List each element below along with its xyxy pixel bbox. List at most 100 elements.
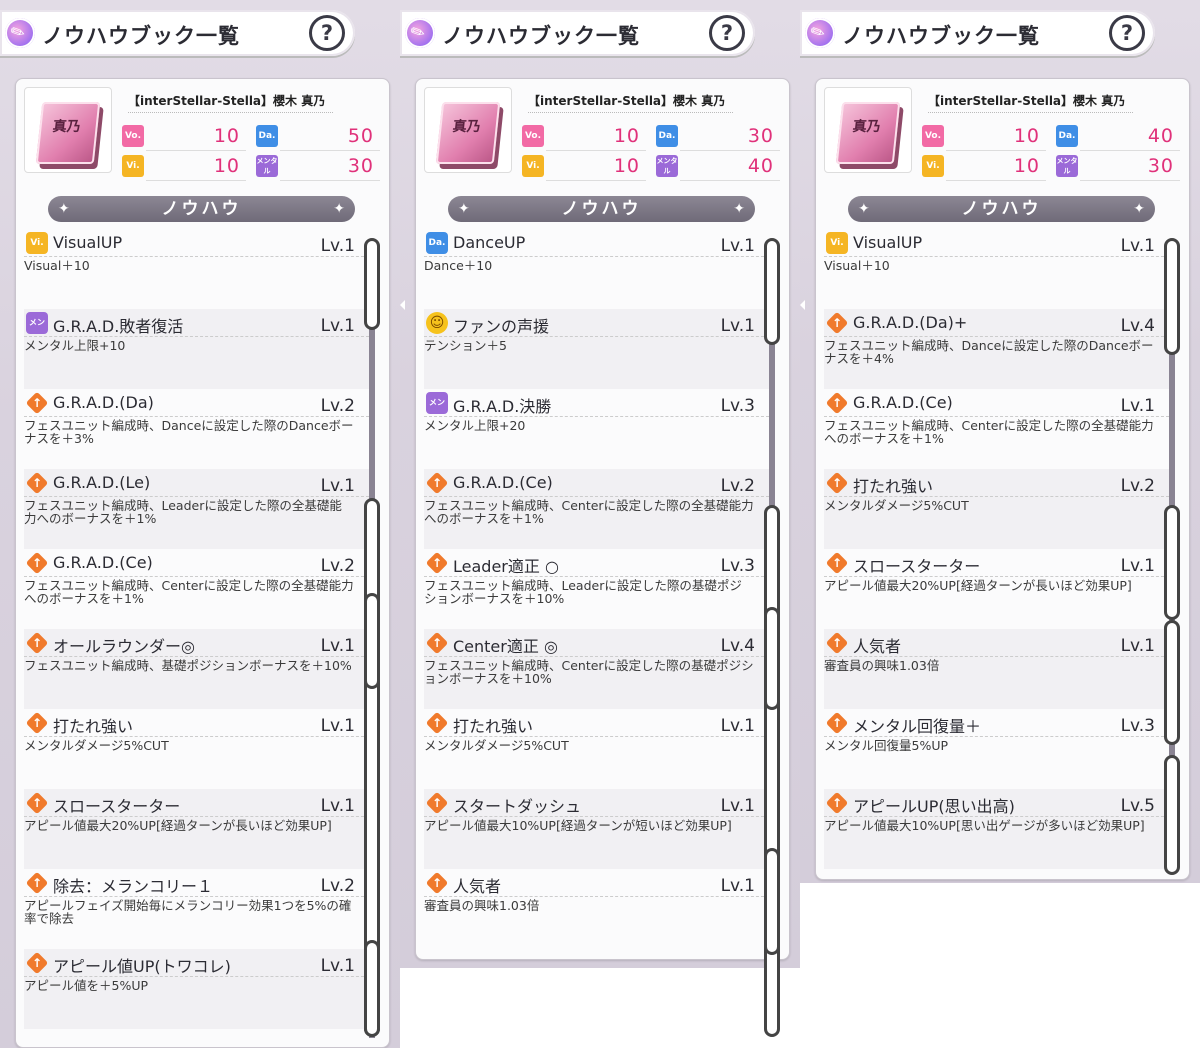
page-arrow-icon <box>400 300 405 310</box>
knowhow-skill-row[interactable]: 打たれ強い Lv.1 メンタルダメージ5%CUT <box>424 709 769 789</box>
knowhow-skill-row[interactable]: 人気者 Lv.1 審査員の興味1.03倍 <box>824 629 1169 709</box>
divider <box>824 816 1169 817</box>
divider <box>424 496 769 497</box>
knowhow-skill-row[interactable]: G.R.A.D.(Ce) Lv.2フェスユニット編成時、Centerに設定した際の… <box>24 549 369 629</box>
skill-description: メンタル回復量5%UP <box>824 738 949 753</box>
skill-name: G.R.A.D.(Ce) <box>853 393 953 412</box>
knowhow-skill-row[interactable]: オールラウンダー◎ Lv.1 フェスユニット編成時、基礎ポジションボーナスを＋10% <box>24 629 369 709</box>
ability-icon <box>26 952 48 974</box>
divider <box>424 656 769 657</box>
app-logo-icon: ✎ <box>5 18 35 48</box>
ability-icon <box>26 552 48 574</box>
knowhow-skill-row[interactable]: 打たれ強い Lv.1 メンタルダメージ5%CUT <box>24 709 369 789</box>
knowhow-skill-row[interactable]: Vi. VisualUP Lv.1 Visual＋10 <box>24 229 369 309</box>
scrollbar-thumb[interactable] <box>764 238 780 345</box>
divider <box>824 256 1169 257</box>
divider <box>424 816 769 817</box>
book-name: 【interStellar-Stella】櫻木 真乃 <box>528 94 734 113</box>
skill-level: Lv.3 <box>1120 716 1155 736</box>
knowhow-section-header: ✦ ノウハウ ✦ <box>48 196 355 222</box>
ability-icon <box>26 392 48 414</box>
ability-icon <box>26 472 48 494</box>
divider <box>24 816 369 817</box>
skill-level: Lv.4 <box>1120 316 1155 336</box>
knowhow-skill-row[interactable]: スロースターター Lv.1 アピール値最大20%UP[経過ターンが長いほど効果UP] <box>24 789 369 869</box>
section-title: ノウハウ <box>161 199 242 219</box>
stat-vo-value: 10 <box>613 125 640 147</box>
stat-vi-value: 10 <box>613 155 640 177</box>
knowhow-skill-row[interactable]: 打たれ強い Lv.2 メンタルダメージ5%CUT <box>824 469 1169 549</box>
skill-level: Lv.3 <box>720 556 755 576</box>
skill-name: メンタル回復量＋ <box>853 717 982 736</box>
knowhow-skill-row[interactable]: メンタル回復量＋ Lv.3 メンタル回復量5%UP <box>824 709 1169 789</box>
scrollbar-thumb[interactable] <box>764 607 780 710</box>
sparkle-icon: ✦ <box>1133 201 1145 217</box>
knowhow-skill-row[interactable]: メン G.R.A.D.敗者復活 Lv.1 メンタル上限+10 <box>24 309 369 389</box>
app-logo-icon: ✎ <box>405 18 435 48</box>
knowhow-skill-row[interactable]: 人気者 Lv.1 審査員の興味1.03倍 <box>424 869 769 949</box>
scrollbar-thumb[interactable] <box>364 940 380 1037</box>
scrollbar-thumb[interactable] <box>1164 238 1180 355</box>
divider <box>824 736 1169 737</box>
skill-name: G.R.A.D.(Da)+ <box>853 313 968 332</box>
knowhow-skill-row[interactable]: G.R.A.D.(Le) Lv.1フェスユニット編成時、Leaderに設定した際の… <box>24 469 369 549</box>
knowhow-skill-row[interactable]: Da. DanceUP Lv.1 Dance＋10 <box>424 229 769 309</box>
knowhow-skill-row[interactable]: 除去：メランコリー１ Lv.2アピールフェイズ開始毎にメランコリー効果1つを5%の… <box>24 869 369 949</box>
knowhow-skill-row[interactable]: G.R.A.D.(Da)+ Lv.4フェスユニット編成時、Danceに設定した際の… <box>824 309 1169 389</box>
skill-level: Lv.3 <box>720 396 755 416</box>
stat-vi-value: 10 <box>213 155 240 177</box>
knowhow-skill-row[interactable]: G.R.A.D.(Ce) Lv.1フェスユニット編成時、Centerに設定した際の… <box>824 389 1169 469</box>
skill-description: アピール値最大10%UP[経過ターンが短いほど効果UP] <box>424 818 732 833</box>
mental-icon: メン <box>26 312 48 334</box>
skill-description: アピールフェイズ開始毎にメランコリー効果1つを5%の確率で除去 <box>24 898 352 926</box>
ability-icon <box>26 792 48 814</box>
knowhow-skill-row[interactable]: Leader適正 ○ Lv.3フェスユニット編成時、Leaderに設定した際の基礎… <box>424 549 769 629</box>
skill-description: アピール値最大20%UP[経過ターンが長いほど効果UP] <box>824 578 1132 593</box>
book-cover-text: 真乃 <box>851 119 882 135</box>
divider <box>24 656 369 657</box>
skill-description: テンション＋5 <box>424 338 507 353</box>
book-thumbnail: 真乃 <box>424 87 512 173</box>
stat-da-value: 40 <box>1147 125 1174 147</box>
skill-description: フェスユニット編成時、Leaderに設定した際の全基礎能力へのボーナスを＋1% <box>24 498 342 526</box>
skill-description: フェスユニット編成時、Danceに設定した際のDanceボーナスを＋3% <box>24 418 354 446</box>
knowhow-skill-row[interactable]: ☺ ファンの声援 Lv.1 テンション＋5 <box>424 309 769 389</box>
stat-vi: Vi. 10 <box>122 155 246 181</box>
knowhow-skill-row[interactable]: G.R.A.D.(Ce) Lv.2フェスユニット編成時、Centerに設定した際の… <box>424 469 769 549</box>
scrollbar-thumb[interactable] <box>1164 755 1180 875</box>
scrollbar-thumb[interactable] <box>764 505 780 1037</box>
skill-description: Dance＋10 <box>424 258 493 273</box>
scrollbar-thumb[interactable] <box>764 848 780 955</box>
scrollbar-thumb[interactable] <box>364 593 380 689</box>
knowhow-skill-row[interactable]: Center適正 ◎ Lv.4フェスユニット編成時、Centerに設定した際の基礎… <box>424 629 769 709</box>
sparkle-icon: ✦ <box>58 201 70 217</box>
sparkle-icon: ✦ <box>733 201 745 217</box>
skill-description: メンタルダメージ5%CUT <box>24 738 169 753</box>
knowhow-skill-row[interactable]: スロースターター Lv.1 アピール値最大20%UP[経過ターンが長いほど効果UP] <box>824 549 1169 629</box>
knowhow-skill-row[interactable]: スタートダッシュ Lv.1 アピール値最大10%UP[経過ターンが短いほど効果UP] <box>424 789 769 869</box>
divider <box>824 416 1169 417</box>
book-name: 【interStellar-Stella】櫻木 真乃 <box>928 94 1134 113</box>
knowhow-skill-row[interactable]: G.R.A.D.(Da) Lv.2フェスユニット編成時、Danceに設定した際のD… <box>24 389 369 469</box>
scrollbar-thumb[interactable] <box>1164 620 1180 745</box>
help-button[interactable]: ? <box>309 15 345 51</box>
divider <box>824 496 1169 497</box>
help-button[interactable]: ? <box>709 15 745 51</box>
help-button[interactable]: ? <box>1109 15 1145 51</box>
knowhow-skill-row[interactable]: アピールUP(思い出高) Lv.5 アピール値最大10%UP[思い出ゲージが多いほど… <box>824 789 1169 869</box>
skill-level: Lv.1 <box>720 316 755 336</box>
knowhow-skill-row[interactable]: アピール値UP(トワコレ) Lv.1 アピール値を＋5%UP <box>24 949 369 1029</box>
skill-name: 人気者 <box>853 637 902 656</box>
dance-icon: Da. <box>426 232 448 254</box>
scrollbar-thumb[interactable] <box>1164 505 1180 620</box>
skill-description: アピール値を＋5%UP <box>24 978 149 993</box>
knowhow-skill-row[interactable]: メン G.R.A.D.決勝 Lv.3 メンタル上限+20 <box>424 389 769 469</box>
scrollbar-thumb[interactable] <box>364 238 380 330</box>
skill-name: スロースターター <box>53 797 181 816</box>
stat-vo: Vo. 10 <box>922 125 1046 151</box>
knowhow-column: ✎ ノウハウブック一覧? 真乃 【interStellar-Stella】櫻木 真乃 V… <box>0 0 400 1048</box>
skill-level: Lv.1 <box>320 316 355 336</box>
skill-level: Lv.1 <box>720 716 755 736</box>
skill-description: メンタル上限+20 <box>424 418 526 433</box>
knowhow-skill-row[interactable]: Vi. VisualUP Lv.1 Visual＋10 <box>824 229 1169 309</box>
